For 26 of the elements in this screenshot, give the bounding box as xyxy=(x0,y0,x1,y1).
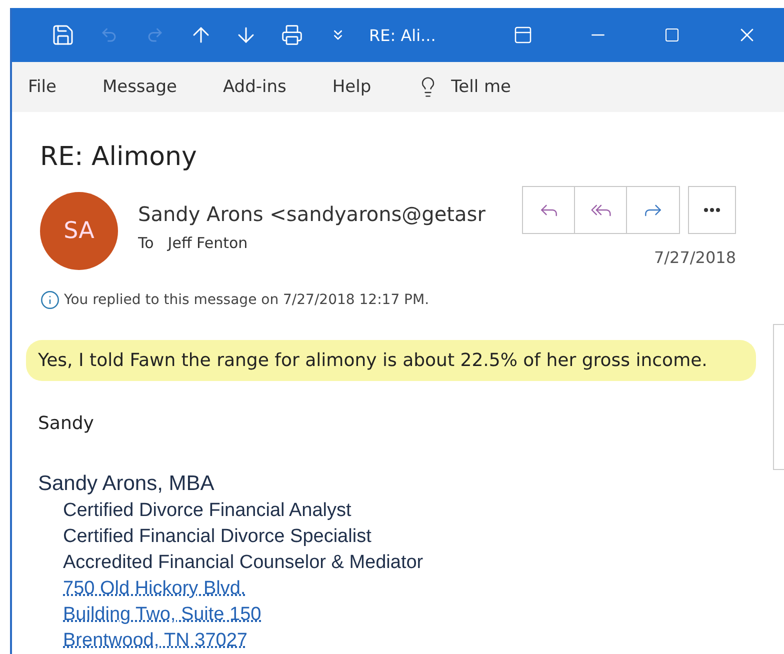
signature-line: Certified Financial Divorce Specialist xyxy=(63,525,372,549)
more-button[interactable] xyxy=(688,186,736,234)
info-icon xyxy=(40,290,60,310)
signature-name: Sandy Arons, MBA xyxy=(38,472,216,496)
signature-line: Accredited Financial Counselor & Mediator xyxy=(63,551,424,575)
address-link[interactable]: 750 Old Hickory Blvd. xyxy=(63,576,246,602)
menu-item[interactable]: Help xyxy=(332,77,372,97)
window-title: RE: Ali... xyxy=(369,26,436,44)
menu-item[interactable]: Message xyxy=(102,77,177,97)
recipient-name: Jeff Fenton xyxy=(168,234,248,252)
greeting: Sandy xyxy=(38,413,95,434)
to-label: To xyxy=(138,234,154,252)
address-link[interactable]: Building Two, Suite 150 xyxy=(63,602,262,628)
tell-me-field[interactable]: Tell me xyxy=(451,77,511,97)
signature-line: Certified Divorce Financial Analyst xyxy=(63,499,352,523)
highlighted-text: Yes, I told Fawn the range for alimony is about 22.5% of her gross income. xyxy=(26,340,756,381)
sender-name: Sandy Arons <sandyarons@getasr xyxy=(138,202,486,226)
menu-item[interactable]: Add-ins xyxy=(222,77,286,97)
message-subject: RE: Alimony xyxy=(40,142,198,172)
scrollbar[interactable] xyxy=(773,324,784,470)
more-icon xyxy=(704,208,720,212)
sender-avatar: SA xyxy=(40,192,118,270)
message-date: 7/27/2018 xyxy=(654,248,736,267)
menu-item[interactable]: File xyxy=(28,77,56,97)
reply-info: You replied to this message on 7/27/2018 12:17 PM. xyxy=(64,292,430,308)
address-link[interactable]: Brentwood, TN 37027 xyxy=(63,628,248,654)
